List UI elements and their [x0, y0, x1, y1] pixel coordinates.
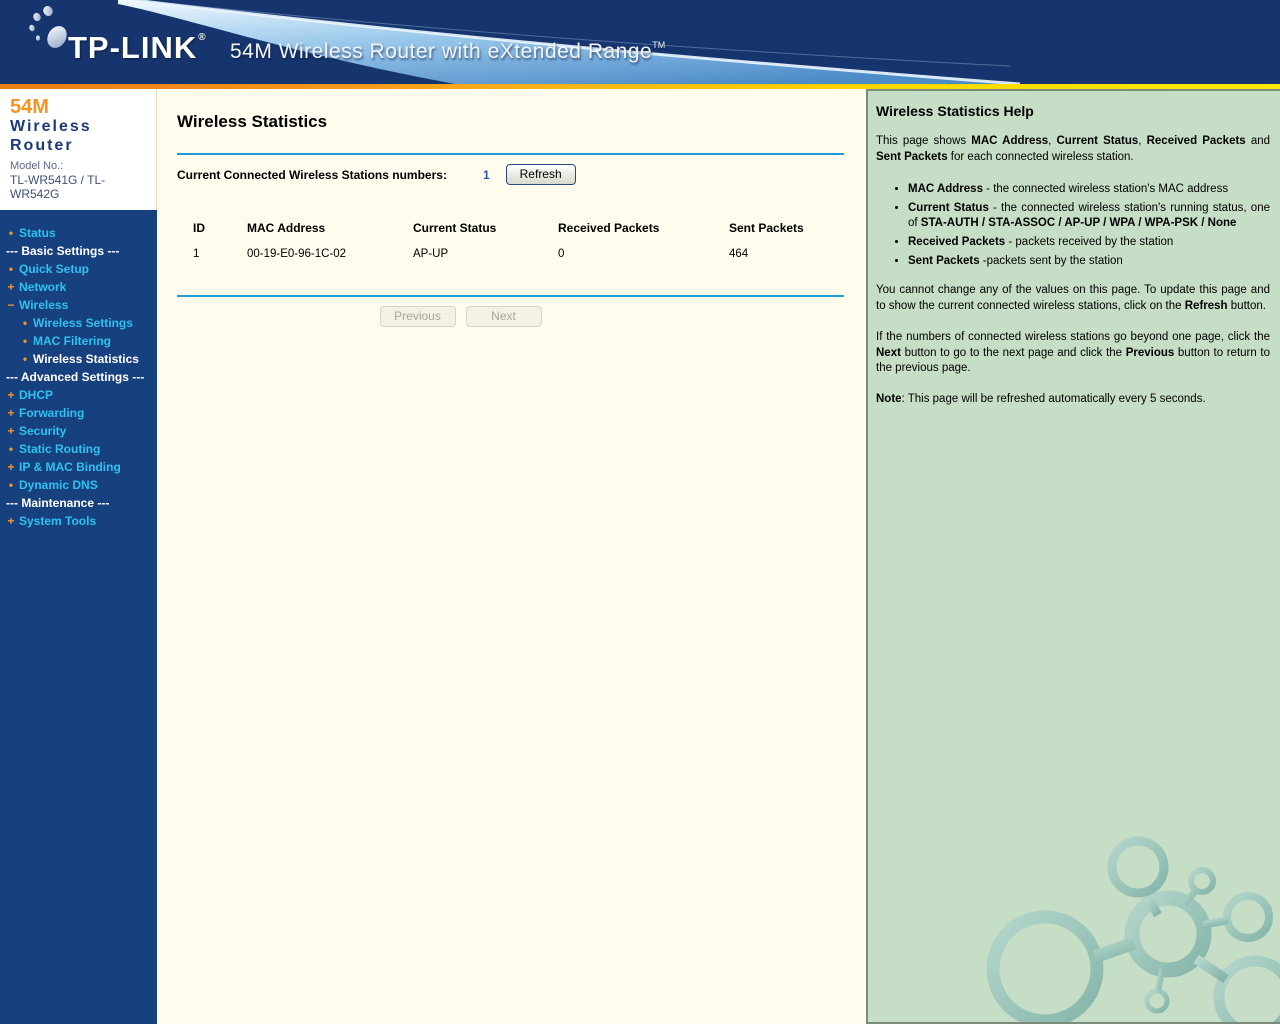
bullet-icon: • [8, 262, 14, 276]
app-header: TP-LINK® 54M Wireless Router with eXtend… [0, 0, 1280, 84]
previous-button[interactable]: Previous [379, 306, 456, 327]
bullet-icon: • [22, 334, 28, 348]
sidebar: 54M Wireless Router Model No.: TL-WR541G… [0, 89, 157, 1024]
help-bullet-received: Received Packets - packets received by t… [908, 235, 1270, 251]
cell-mac: 00-19-E0-96-1C-02 [247, 248, 347, 260]
cell-id: 1 [193, 248, 200, 260]
col-header-status: Current Status [413, 221, 497, 235]
stations-count-value: 1 [482, 167, 490, 182]
pager: Previous Next [127, 306, 794, 327]
plus-icon: + [7, 424, 15, 438]
bullet-icon: • [8, 226, 14, 240]
sidebar-item-mac-filtering[interactable]: • MAC Filtering [6, 332, 155, 350]
divider-rule-bottom [177, 295, 844, 297]
model-number-label: Model No.: [10, 160, 64, 172]
model-speed: 54M [10, 96, 49, 118]
wireless-stations-table: ID MAC Address Current Status Received P… [177, 221, 844, 260]
help-note-paragraph: Note: This page will be refreshed automa… [876, 393, 1206, 406]
sidebar-item-network[interactable]: + Network [6, 278, 155, 296]
bullet-icon: • [22, 316, 28, 330]
help-title: Wireless Statistics Help [876, 103, 1034, 119]
cell-status: AP-UP [413, 248, 449, 260]
col-header-sent: Sent Packets [729, 221, 804, 235]
brand-text: TP-LINK® [68, 30, 207, 65]
bullet-icon: • [8, 442, 14, 456]
router-admin-page: TP-LINK® 54M Wireless Router with eXtend… [0, 0, 1280, 1024]
bullet-icon: • [8, 478, 14, 492]
stations-summary-row: Current Connected Wireless Stations numb… [177, 164, 844, 185]
sidebar-item-status[interactable]: • Status [6, 224, 155, 242]
bullet-icon: • [22, 352, 28, 366]
trademark-mark: TM [652, 40, 666, 50]
main-content: Wireless Statistics Current Connected Wi… [157, 89, 866, 1024]
help-refresh-paragraph: You cannot change any of the values on t… [876, 284, 1270, 312]
col-header-id: ID [193, 221, 205, 235]
sidebar-item-system-tools[interactable]: + System Tools [6, 512, 155, 530]
help-bullet-sent: Sent Packets -packets sent by the statio… [908, 254, 1270, 270]
sidebar-section-maintenance: --- Maintenance --- [6, 496, 110, 510]
help-panel: Wireless Statistics Help This page shows… [866, 89, 1280, 1024]
sidebar-section-advanced-settings: --- Advanced Settings --- [6, 370, 145, 384]
plus-icon: + [7, 514, 15, 528]
model-info-box: 54M Wireless Router Model No.: TL-WR541G… [0, 89, 157, 210]
plus-icon: + [7, 406, 15, 420]
sidebar-item-ip-mac-binding[interactable]: + IP & MAC Binding [6, 458, 155, 476]
next-button[interactable]: Next [465, 306, 542, 327]
divider-rule-top [177, 153, 844, 155]
sidebar-item-dynamic-dns[interactable]: • Dynamic DNS [6, 476, 155, 494]
sidebar-item-forwarding[interactable]: + Forwarding [6, 404, 155, 422]
sidebar-nav: • Status --- Basic Settings --- • Quick Se… [0, 210, 157, 530]
circles-decoration [986, 836, 1280, 1022]
sidebar-item-dhcp[interactable]: + DHCP [6, 386, 155, 404]
product-tagline: 54M Wireless Router with eXtended RangeT… [230, 40, 666, 63]
help-bullet-status: Current Status - the connected wireless … [908, 201, 1270, 233]
help-intro-paragraph: This page shows MAC Address, Current Sta… [876, 135, 1271, 163]
help-bullet-list: MAC Address - the connected wireless sta… [876, 182, 1270, 270]
plus-icon: + [7, 280, 15, 294]
stations-count-label: Current Connected Wireless Stations numb… [177, 167, 447, 182]
tplink-logo: TP-LINK® [26, 4, 246, 80]
model-product-name: Wireless Router [10, 118, 92, 154]
plus-icon: + [7, 460, 15, 474]
sidebar-item-static-routing[interactable]: • Static Routing [6, 440, 155, 458]
table-row: 1 00-19-E0-96-1C-02 AP-UP 0 464 [177, 248, 844, 260]
sidebar-item-wireless-statistics[interactable]: • Wireless Statistics [6, 350, 155, 368]
sidebar-item-quick-setup[interactable]: • Quick Setup [6, 260, 155, 278]
plus-icon: + [7, 388, 15, 402]
minus-icon: − [7, 298, 15, 312]
help-paging-paragraph: If the numbers of connected wireless sta… [876, 330, 1270, 375]
table-header-row: ID MAC Address Current Status Received P… [177, 221, 844, 248]
col-header-mac: MAC Address [247, 221, 326, 235]
registered-mark: ® [198, 32, 207, 43]
col-header-received: Received Packets [558, 221, 660, 235]
cell-received: 0 [558, 248, 565, 260]
sidebar-item-security[interactable]: + Security [6, 422, 155, 440]
model-numbers: TL-WR541G / TL-WR542G [10, 173, 106, 201]
page-title: Wireless Statistics [177, 112, 328, 131]
refresh-button[interactable]: Refresh [505, 164, 576, 185]
sidebar-section-basic-settings: --- Basic Settings --- [6, 244, 120, 258]
cell-sent: 464 [729, 248, 749, 260]
help-bullet-mac: MAC Address - the connected wireless sta… [908, 182, 1270, 198]
